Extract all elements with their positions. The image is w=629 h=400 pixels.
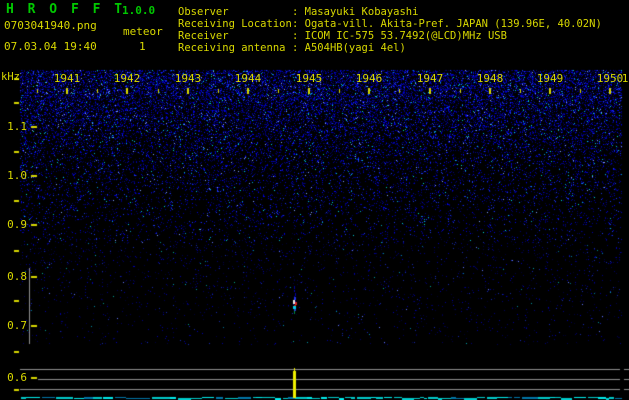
time-label: 1943 [174,72,202,85]
mode-label: meteor [123,25,163,38]
info-label: Receiving antenna [178,42,286,54]
count-label: 1 [139,40,146,53]
time-label: 1942 [113,72,141,85]
info-colon: : [292,42,299,54]
datetime-label: 07.03.04 19:40 [4,40,97,53]
time-label: 1941 [53,72,81,85]
freq-label: 0.6 [7,371,27,384]
info-colon: : [292,6,299,18]
freq-label: 1.0 [7,169,27,182]
time-label: 1947 [416,72,444,85]
time-label: 1945 [295,72,323,85]
info-row-observer: Observer: Masayuki Kobayashi [178,6,418,18]
time-label: 1944 [234,72,262,85]
app-version: 1.0.0 [122,4,156,17]
time-label: 1949 [536,72,564,85]
spectrogram-canvas [0,0,629,400]
time-label: 1946 [355,72,383,85]
info-label: Receiver [178,30,229,42]
hrofft-window: { "header": { "app_title": "H R O F F T"… [0,0,629,400]
freq-label: 0.8 [7,270,27,283]
info-value: Masayuki Kobayashi [304,6,419,18]
freq-label: 0.7 [7,319,27,332]
info-value: ICOM IC-575 53.7492(@LCD)MHz USB [304,30,507,42]
info-label: Receiving Location [178,18,292,30]
info-value: Ogata-vill. Akita-Pref. JAPAN (139.96E, … [304,18,602,30]
freq-label: 0.9 [7,218,27,231]
y-axis-unit-label: kHz [1,71,20,83]
app-title: H R O F F T [6,2,126,17]
time-label: 1948 [476,72,504,85]
info-row-receiver: Receiver: ICOM IC-575 53.7492(@LCD)MHz U… [178,30,507,42]
output-filename: 0703041940.png [4,19,97,32]
info-colon: : [292,30,299,42]
freq-label: 1.1 [7,120,27,133]
info-colon: : [292,18,299,30]
info-label: Observer [178,6,229,18]
time-label: 1 [621,72,629,85]
info-row-location: Receiving Location: Ogata-vill. Akita-Pr… [178,18,602,30]
info-row-antenna: Receiving antenna: A504HB(yagi 4el) [178,42,406,54]
info-value: A504HB(yagi 4el) [304,42,406,54]
